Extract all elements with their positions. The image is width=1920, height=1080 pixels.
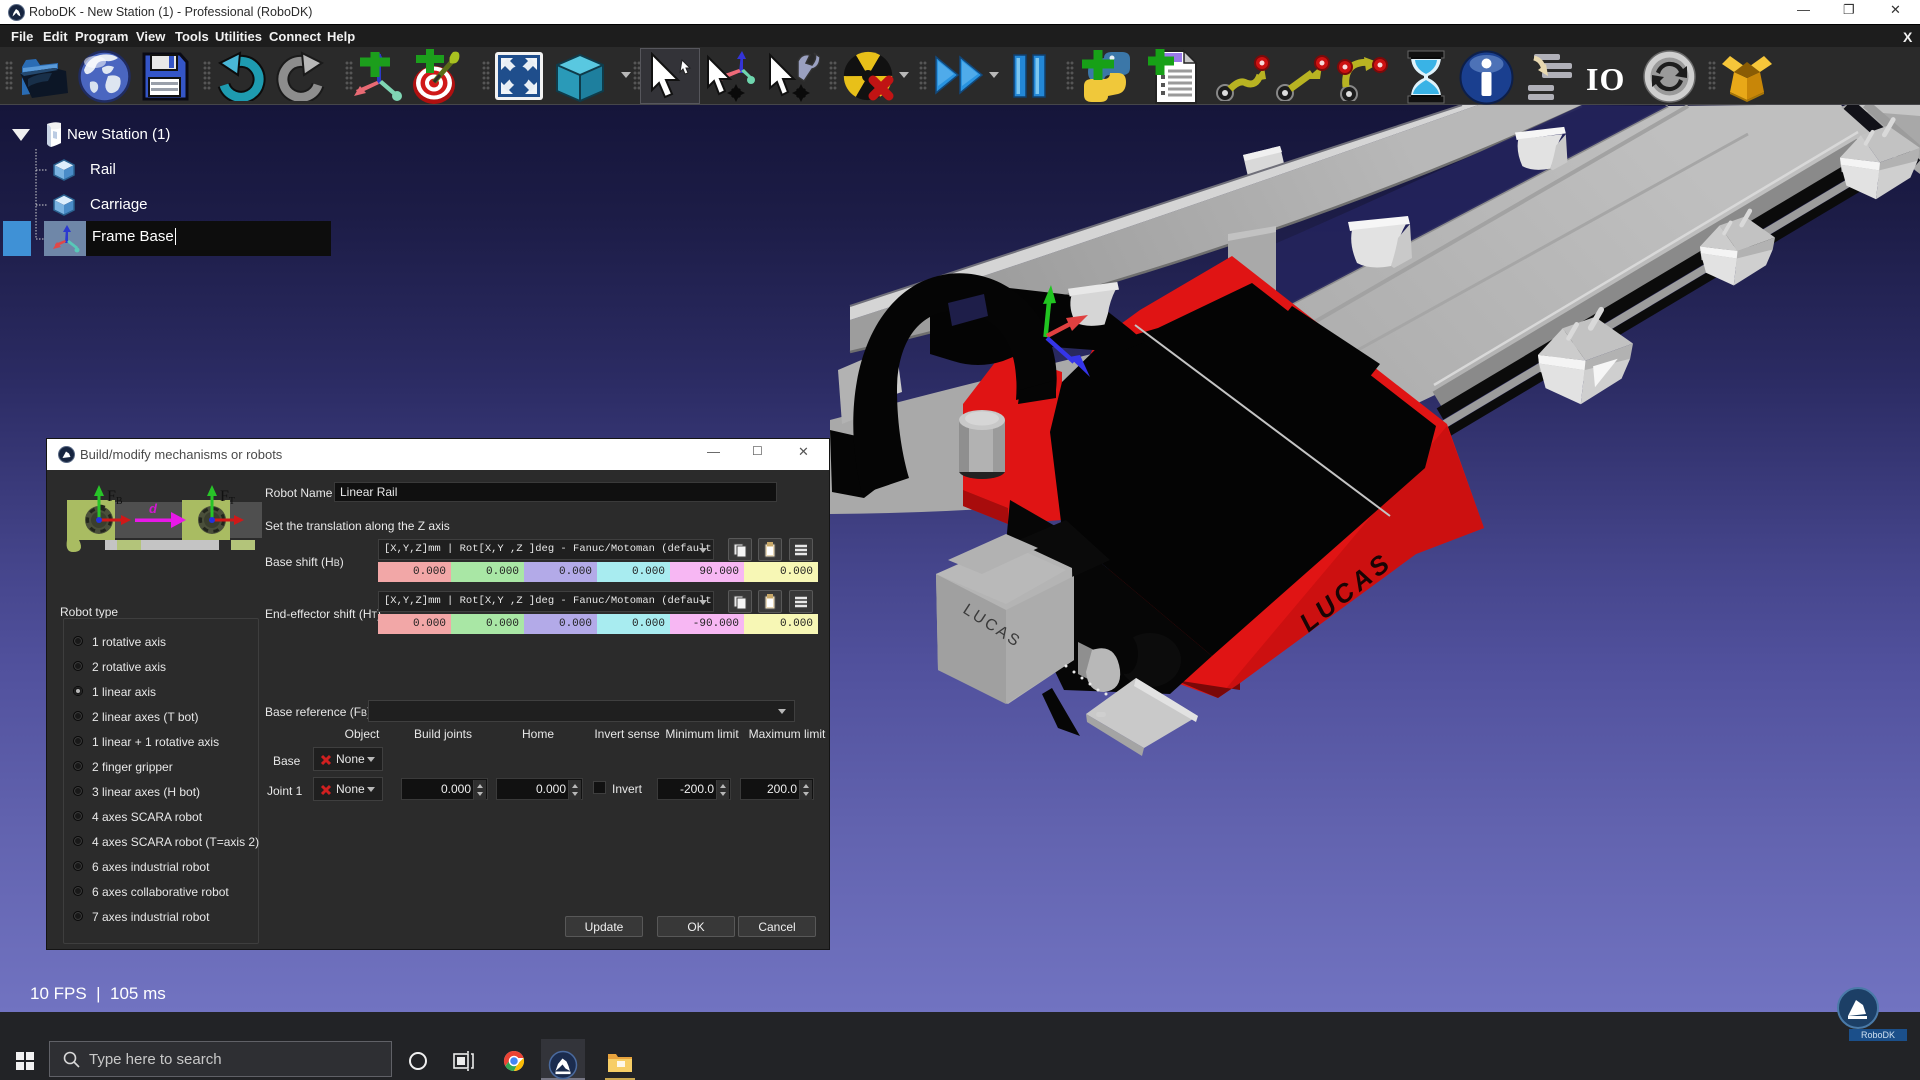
svg-text:d: d	[149, 501, 158, 516]
svg-text:FT: FT	[220, 488, 235, 507]
svg-text:FB: FB	[107, 488, 123, 507]
